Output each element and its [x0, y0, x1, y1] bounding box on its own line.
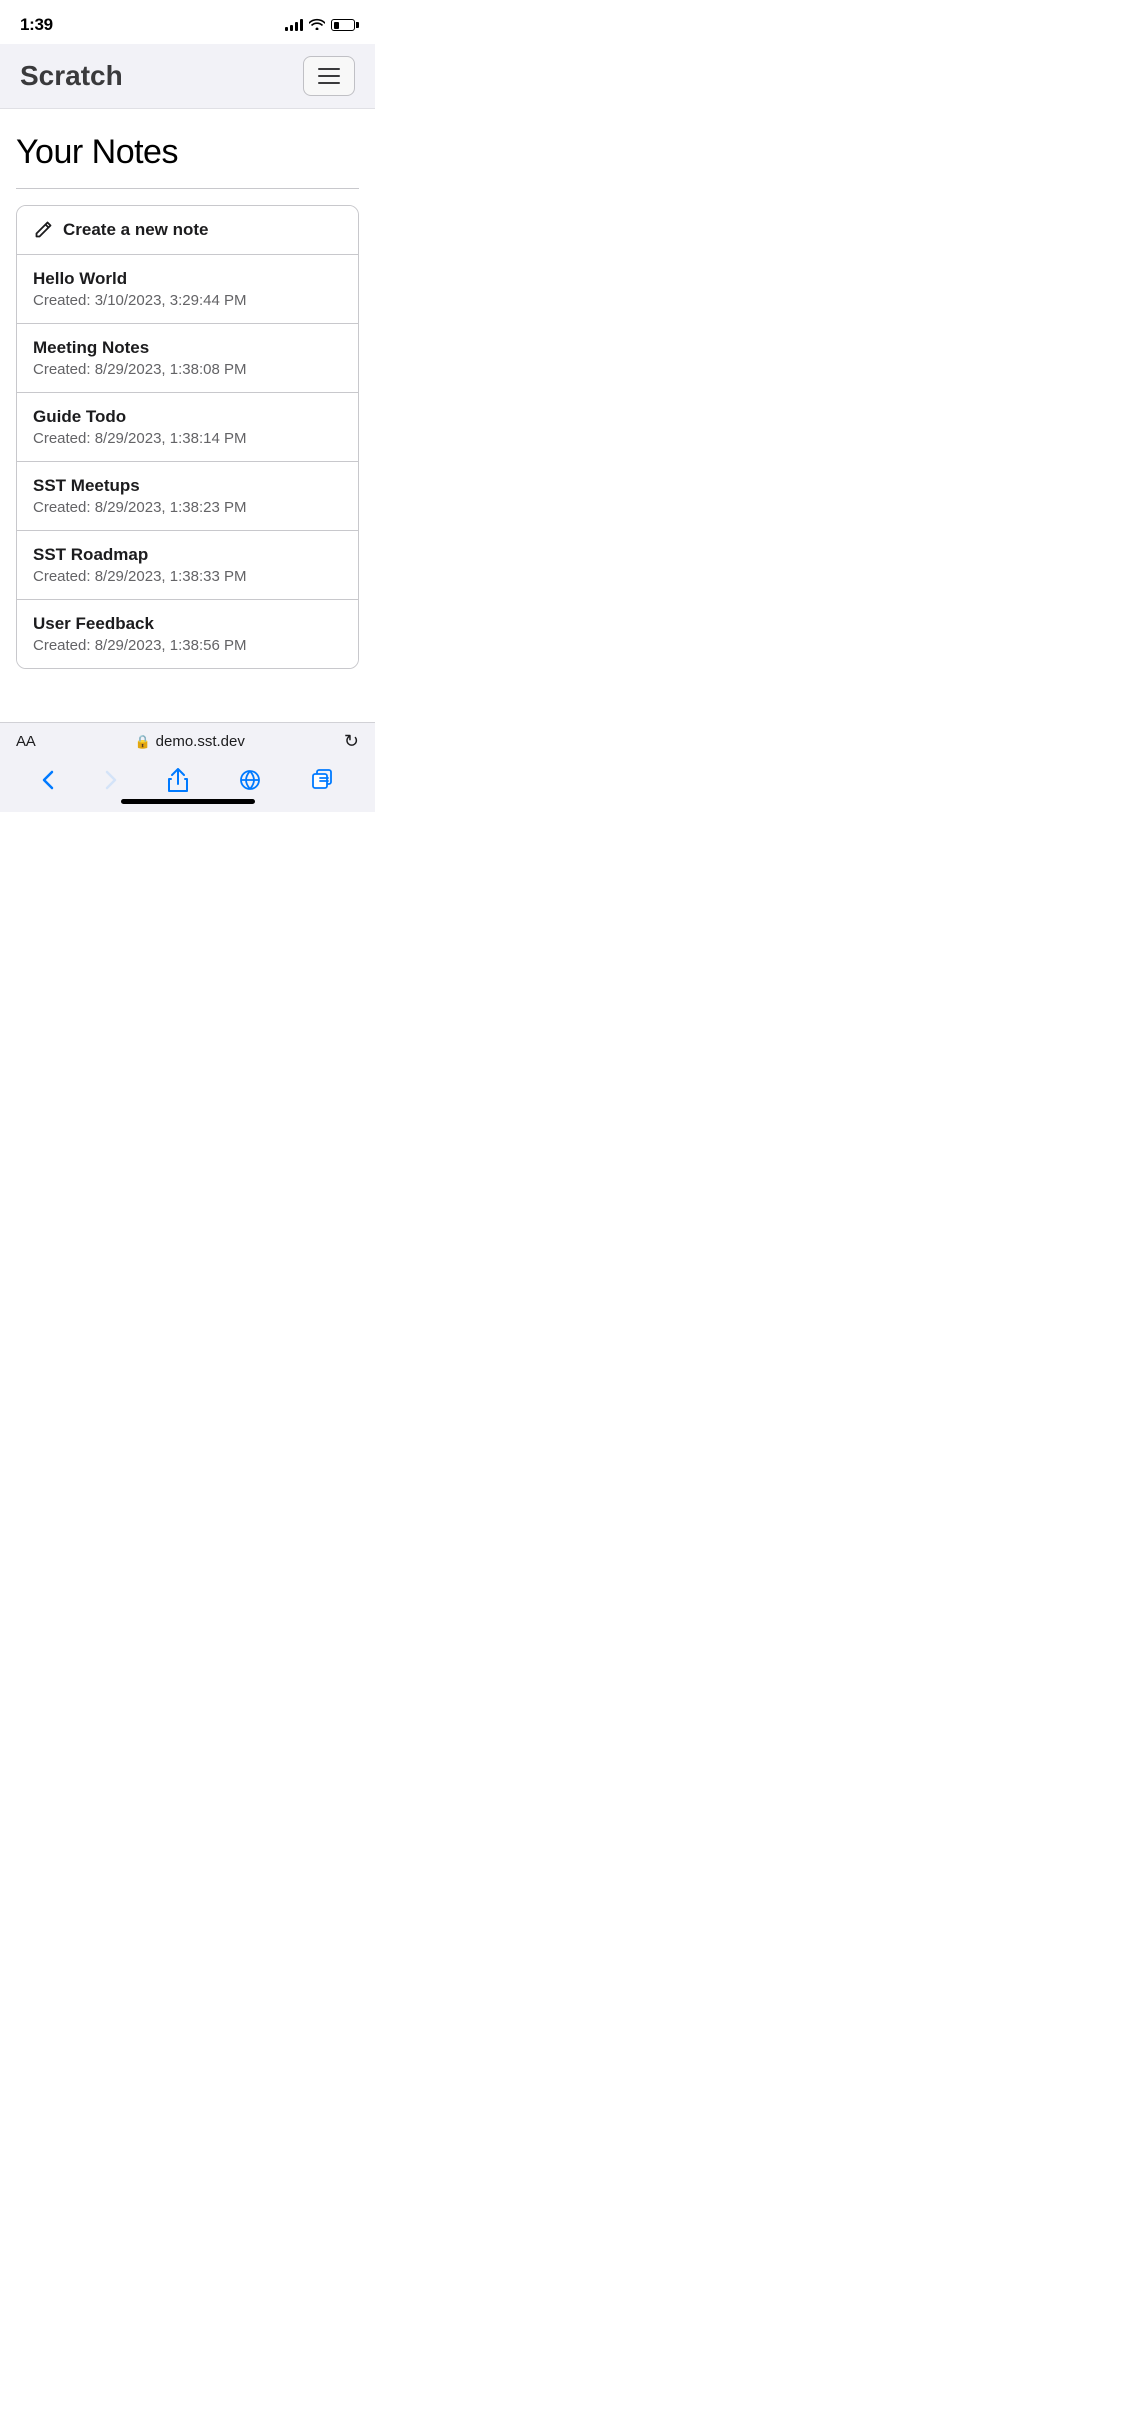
- url-bar: AA 🔒 demo.sst.dev ↻: [0, 723, 375, 760]
- create-note-item[interactable]: Create a new note: [17, 206, 358, 255]
- notes-list: Create a new note Hello World Created: 3/…: [16, 205, 359, 669]
- back-button[interactable]: [42, 770, 54, 790]
- note-title: SST Roadmap: [33, 545, 342, 565]
- notes-container: Hello World Created: 3/10/2023, 3:29:44 P…: [17, 255, 358, 668]
- share-button[interactable]: [168, 768, 188, 792]
- wifi-icon: [309, 17, 325, 33]
- menu-button[interactable]: [303, 56, 355, 96]
- divider: [16, 188, 359, 189]
- menu-line-3: [318, 82, 340, 84]
- note-title: Meeting Notes: [33, 338, 342, 358]
- create-note-label: Create a new note: [63, 220, 209, 240]
- lock-icon: 🔒: [134, 734, 150, 750]
- note-item[interactable]: Meeting Notes Created: 8/29/2023, 1:38:08…: [17, 324, 358, 393]
- home-indicator: [121, 799, 255, 804]
- note-date: Created: 8/29/2023, 1:38:08 PM: [33, 361, 342, 378]
- edit-icon: [33, 220, 53, 240]
- page-content: Your Notes Create a new note Hello World…: [0, 109, 375, 669]
- note-item[interactable]: Hello World Created: 3/10/2023, 3:29:44 P…: [17, 255, 358, 324]
- note-date: Created: 8/29/2023, 1:38:33 PM: [33, 568, 342, 585]
- note-title: User Feedback: [33, 614, 342, 634]
- bookmarks-button[interactable]: [239, 769, 261, 791]
- menu-line-1: [318, 68, 340, 70]
- note-item[interactable]: SST Meetups Created: 8/29/2023, 1:38:23 P…: [17, 462, 358, 531]
- note-title: Guide Todo: [33, 407, 342, 427]
- reload-button[interactable]: ↻: [344, 731, 359, 752]
- browser-bar: AA 🔒 demo.sst.dev ↻: [0, 722, 375, 812]
- status-icons: [285, 17, 355, 33]
- note-date: Created: 8/29/2023, 1:38:56 PM: [33, 637, 342, 654]
- note-title: Hello World: [33, 269, 342, 289]
- signal-icon: [285, 19, 303, 31]
- note-item[interactable]: User Feedback Created: 8/29/2023, 1:38:56…: [17, 600, 358, 668]
- url-center[interactable]: 🔒 demo.sst.dev: [35, 733, 343, 750]
- font-size-button[interactable]: AA: [16, 733, 35, 750]
- menu-line-2: [318, 75, 340, 77]
- forward-button[interactable]: [105, 770, 117, 790]
- note-item[interactable]: SST Roadmap Created: 8/29/2023, 1:38:33 P…: [17, 531, 358, 600]
- nav-title: Scratch: [20, 60, 123, 92]
- page-heading: Your Notes: [16, 133, 359, 172]
- status-time: 1:39: [20, 15, 53, 35]
- status-bar: 1:39: [0, 0, 375, 44]
- note-item[interactable]: Guide Todo Created: 8/29/2023, 1:38:14 PM: [17, 393, 358, 462]
- battery-icon: [331, 19, 355, 31]
- tabs-button[interactable]: [312, 769, 334, 791]
- note-title: SST Meetups: [33, 476, 342, 496]
- browser-actions: [0, 760, 375, 812]
- nav-header: Scratch: [0, 44, 375, 109]
- note-date: Created: 8/29/2023, 1:38:23 PM: [33, 499, 342, 516]
- note-date: Created: 8/29/2023, 1:38:14 PM: [33, 430, 342, 447]
- url-text: demo.sst.dev: [156, 733, 245, 750]
- note-date: Created: 3/10/2023, 3:29:44 PM: [33, 292, 342, 309]
